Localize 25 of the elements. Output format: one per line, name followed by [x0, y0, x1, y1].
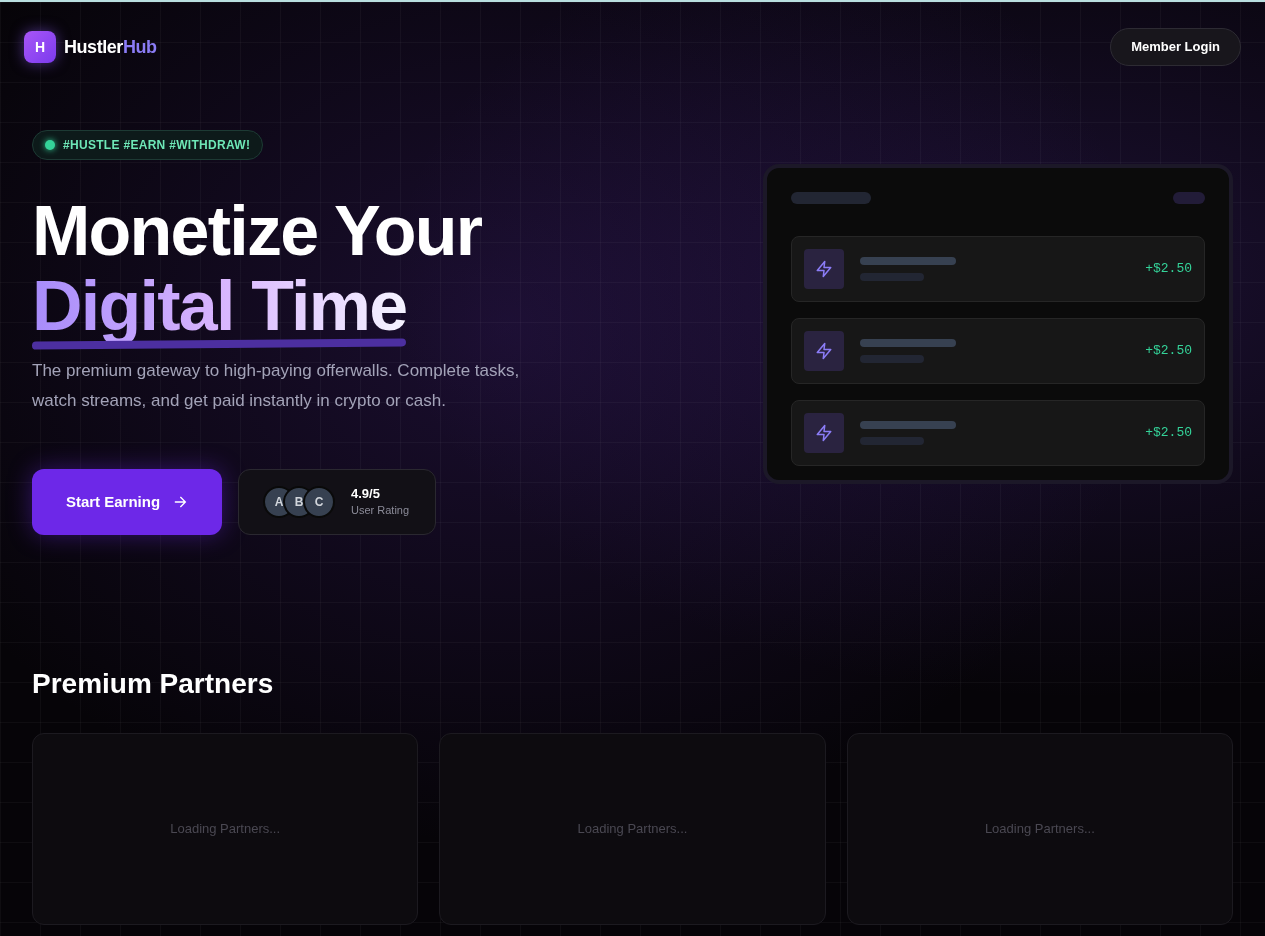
- skeleton-bar: [860, 355, 924, 363]
- avatar: C: [303, 486, 335, 518]
- rating-label: User Rating: [351, 503, 410, 518]
- amount: +$2.50: [1145, 424, 1192, 443]
- hero-description: The premium gateway to high-paying offerwalls. Complete tasks, watch streams, and get paid instantly in crypto or cash.: [32, 360, 521, 412]
- skeleton-pill: [1173, 192, 1205, 204]
- amount: +$2.50: [1145, 342, 1192, 361]
- member-login-button[interactable]: Member Login: [1110, 28, 1241, 66]
- start-earning-button[interactable]: Start Earning: [32, 469, 222, 535]
- amount: +$2.50: [1145, 260, 1192, 279]
- lightning-icon: [815, 424, 833, 442]
- rating-score: 4.9/5: [351, 486, 381, 502]
- brand-name: HustlerHub: [64, 36, 157, 59]
- skeleton-bar: [860, 437, 924, 445]
- lightning-icon: [815, 342, 833, 360]
- skeleton-bar: [860, 273, 924, 281]
- section-title: Premium Partners: [31, 667, 275, 701]
- loading-text: Loading Partners...: [984, 820, 1095, 839]
- badge-text: #HUSTLE #EARN #WITHDRAW!: [63, 137, 251, 154]
- logo-mark: H: [24, 31, 56, 63]
- lightning-icon: [815, 260, 833, 278]
- loading-text: Loading Partners...: [170, 820, 281, 839]
- arrow-right-icon: [172, 494, 189, 510]
- headline-line: Monetize Your: [32, 194, 483, 268]
- loading-text: Loading Partners...: [577, 820, 688, 839]
